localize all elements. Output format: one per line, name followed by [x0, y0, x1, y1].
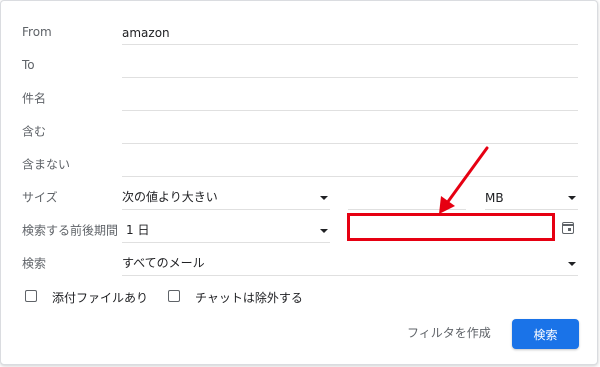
size-value-field[interactable]	[348, 185, 466, 210]
date-within-label: 検索する前後期間	[22, 223, 119, 237]
chevron-down-icon	[568, 196, 576, 200]
doesnt-have-field[interactable]	[122, 152, 578, 177]
search-in-value: すべてのメール	[122, 256, 205, 270]
search-button[interactable]: 検索	[512, 319, 579, 349]
search-in-row: 検索 すべてのメール	[1, 246, 597, 279]
subject-field[interactable]	[122, 86, 578, 111]
chevron-down-icon	[568, 262, 576, 266]
has-words-field[interactable]	[122, 119, 578, 144]
has-attachment-label[interactable]: 添付ファイルあり	[52, 289, 148, 306]
search-options-panel: From amazon To 件名 含む 含まない サイズ 次の値より大きい M…	[0, 0, 598, 365]
to-field[interactable]	[122, 53, 578, 78]
subject-label: 件名	[22, 91, 47, 105]
size-label: サイズ	[22, 190, 58, 204]
exclude-chats-checkbox[interactable]	[168, 290, 180, 302]
from-row: From amazon	[1, 15, 597, 48]
date-within-select[interactable]: 1 日	[122, 218, 330, 243]
doesnt-have-row: 含まない	[1, 147, 597, 180]
chevron-down-icon	[320, 229, 328, 233]
has-words-row: 含む	[1, 114, 597, 147]
from-label: From	[22, 24, 52, 39]
chevron-down-icon	[320, 196, 328, 200]
exclude-chats-label[interactable]: チャットは除外する	[195, 289, 303, 306]
search-in-label: 検索	[22, 256, 47, 270]
calendar-icon[interactable]	[562, 222, 574, 234]
to-label: To	[22, 57, 35, 72]
size-unit-value: MB	[485, 191, 504, 205]
doesnt-have-label: 含まない	[22, 157, 71, 171]
create-filter-button[interactable]: フィルタを作成	[407, 324, 491, 341]
date-input-highlight[interactable]	[347, 213, 555, 241]
has-attachment-checkbox[interactable]	[25, 290, 37, 302]
size-operator-select[interactable]: 次の値より大きい	[122, 185, 330, 210]
has-words-label: 含む	[22, 124, 47, 138]
from-field[interactable]: amazon	[122, 20, 578, 45]
date-within-value: 1 日	[126, 223, 150, 237]
subject-row: 件名	[1, 81, 597, 114]
size-operator-value: 次の値より大きい	[122, 190, 218, 204]
from-value: amazon	[122, 26, 170, 40]
to-row: To	[1, 48, 597, 81]
size-unit-select[interactable]: MB	[485, 185, 578, 210]
search-in-select[interactable]: すべてのメール	[122, 251, 578, 276]
size-row: サイズ 次の値より大きい MB	[1, 180, 597, 213]
